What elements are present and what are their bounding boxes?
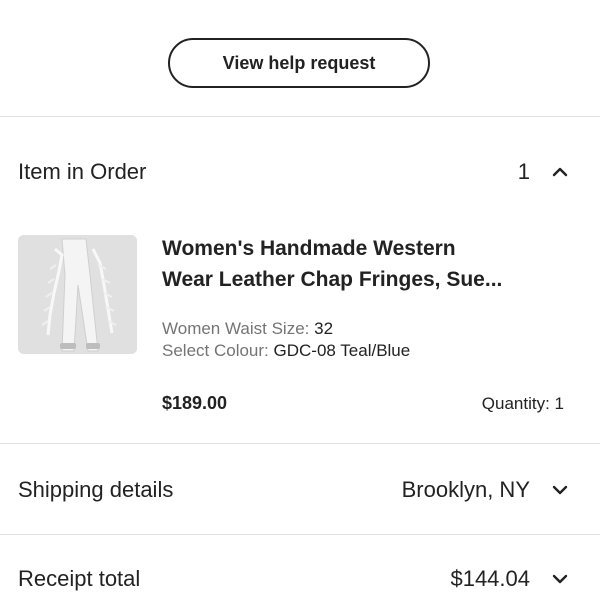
chevron-down-icon[interactable] — [550, 569, 570, 589]
items-in-order-title: Item in Order — [18, 159, 147, 184]
variation-label: Select Colour: — [162, 341, 269, 360]
chevron-down-icon[interactable] — [550, 480, 570, 500]
shipping-location: Brooklyn, NY — [401, 477, 530, 502]
receipt-total-row[interactable]: Receipt total $144.04 — [18, 563, 570, 595]
divider — [0, 443, 600, 444]
item-title-line-1: Women's Handmade Western — [162, 237, 456, 260]
item-title-line-2: Wear Leather Chap Fringes, Sue... — [162, 268, 503, 291]
divider — [0, 534, 600, 535]
variation-value: 32 — [314, 319, 334, 338]
product-image-icon — [18, 235, 137, 354]
items-in-order-header[interactable]: Item in Order 1 — [18, 156, 570, 188]
product-thumbnail[interactable] — [18, 235, 137, 354]
receipt-total-value: $144.04 — [450, 566, 530, 591]
order-details-page: View help request Item in Order 1 Women'… — [0, 0, 600, 600]
variation-label: Women Waist Size: — [162, 319, 310, 338]
variation-colour: Select Colour: GDC-08 Teal/Blue — [162, 340, 410, 362]
variation-waist-size: Women Waist Size: 32 — [162, 318, 333, 340]
shipping-details-label: Shipping details — [18, 477, 174, 502]
view-help-request-button[interactable]: View help request — [168, 38, 430, 88]
view-help-request-label: View help request — [222, 52, 376, 73]
item-title[interactable]: Women's Handmade Western Wear Leather Ch… — [162, 233, 572, 295]
item-price: $189.00 — [162, 393, 228, 413]
item-quantity: Quantity: 1 — [481, 394, 564, 413]
shipping-details-row[interactable]: Shipping details Brooklyn, NY — [18, 474, 570, 506]
items-count: 1 — [517, 159, 530, 184]
receipt-total-label: Receipt total — [18, 566, 141, 591]
divider — [0, 116, 600, 117]
variation-value: GDC-08 Teal/Blue — [273, 341, 411, 360]
chevron-up-icon[interactable] — [550, 162, 570, 182]
